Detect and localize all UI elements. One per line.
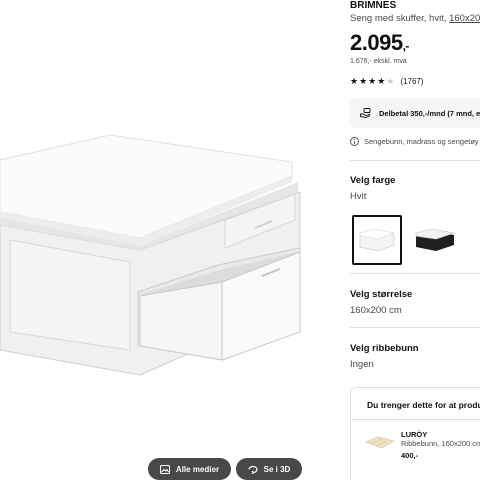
slatted-base-image[interactable]: [365, 436, 395, 450]
color-title: Velg farge: [350, 175, 396, 186]
all-media-label: Alle medier: [175, 464, 220, 474]
product-info-panel: BRIMNES Seng med skuffer, hvit, 160x200 …: [350, 0, 480, 480]
star-icon: ★: [377, 76, 386, 86]
divider: [350, 273, 480, 274]
info-text: Sengebunn, madrass og sengetøy selges se…: [364, 137, 480, 146]
product-price: 2.095,-: [350, 30, 409, 56]
review-count: (1767): [400, 77, 424, 86]
payment-hand-icon: [360, 108, 371, 118]
info-icon: [350, 137, 359, 146]
upsell-item-price: 400,-: [401, 451, 419, 460]
slats-value[interactable]: Ingen: [350, 359, 374, 370]
color-swatch-white[interactable]: [352, 215, 402, 265]
upsell-item-description: Ribbebunn, 160x200 cm: [401, 439, 480, 448]
upsell-card: Du trenger dette for at produktet skal f…: [350, 387, 480, 480]
product-description-text: Seng med skuffer, hvit,: [350, 13, 450, 24]
half-star-icon: ★: [386, 76, 395, 86]
product-gallery: Alle medier Se i 3D: [0, 0, 338, 480]
price-suffix: ,-: [402, 39, 410, 53]
product-description: Seng med skuffer, hvit, 160x200 cm: [350, 13, 480, 24]
color-value: Hvit: [350, 191, 367, 202]
divider: [350, 160, 480, 161]
star-icon: ★: [350, 76, 359, 86]
all-media-button[interactable]: Alle medier: [148, 458, 231, 480]
view-3d-label: Se i 3D: [263, 464, 291, 474]
installment-text: Delbetal 350,-/mnd (7 mnd, eff. rente): [379, 108, 480, 118]
product-image[interactable]: [0, 120, 338, 380]
price-ex-vat: 1.676,- ekskl. mva: [350, 58, 407, 65]
view-3d-button[interactable]: Se i 3D: [236, 458, 302, 480]
star-icon: ★: [368, 76, 377, 86]
upsell-item-name[interactable]: LURÖY: [401, 430, 427, 439]
price-main: 2.095: [350, 30, 403, 55]
divider: [351, 419, 480, 420]
info-note: Sengebunn, madrass og sengetøy selges se…: [350, 137, 480, 146]
gallery-icon: [159, 464, 170, 474]
color-swatch-black[interactable]: [410, 215, 460, 265]
slats-title: Velg ribbebunn: [350, 343, 419, 354]
installment-banner[interactable]: Delbetal 350,-/mnd (7 mnd, eff. rente): [350, 98, 480, 128]
rotate-3d-icon: [248, 465, 258, 474]
size-value[interactable]: 160x200 cm: [350, 305, 402, 316]
divider: [350, 327, 480, 328]
size-title: Velg størrelse: [350, 289, 413, 300]
size-link[interactable]: 160x200 cm: [449, 13, 480, 24]
product-name: BRIMNES: [350, 0, 397, 11]
rating[interactable]: ★ ★ ★ ★ ★ (1767): [350, 76, 424, 87]
upsell-title: Du trenger dette for at produktet skal f…: [367, 400, 480, 410]
star-icon: ★: [359, 76, 368, 86]
